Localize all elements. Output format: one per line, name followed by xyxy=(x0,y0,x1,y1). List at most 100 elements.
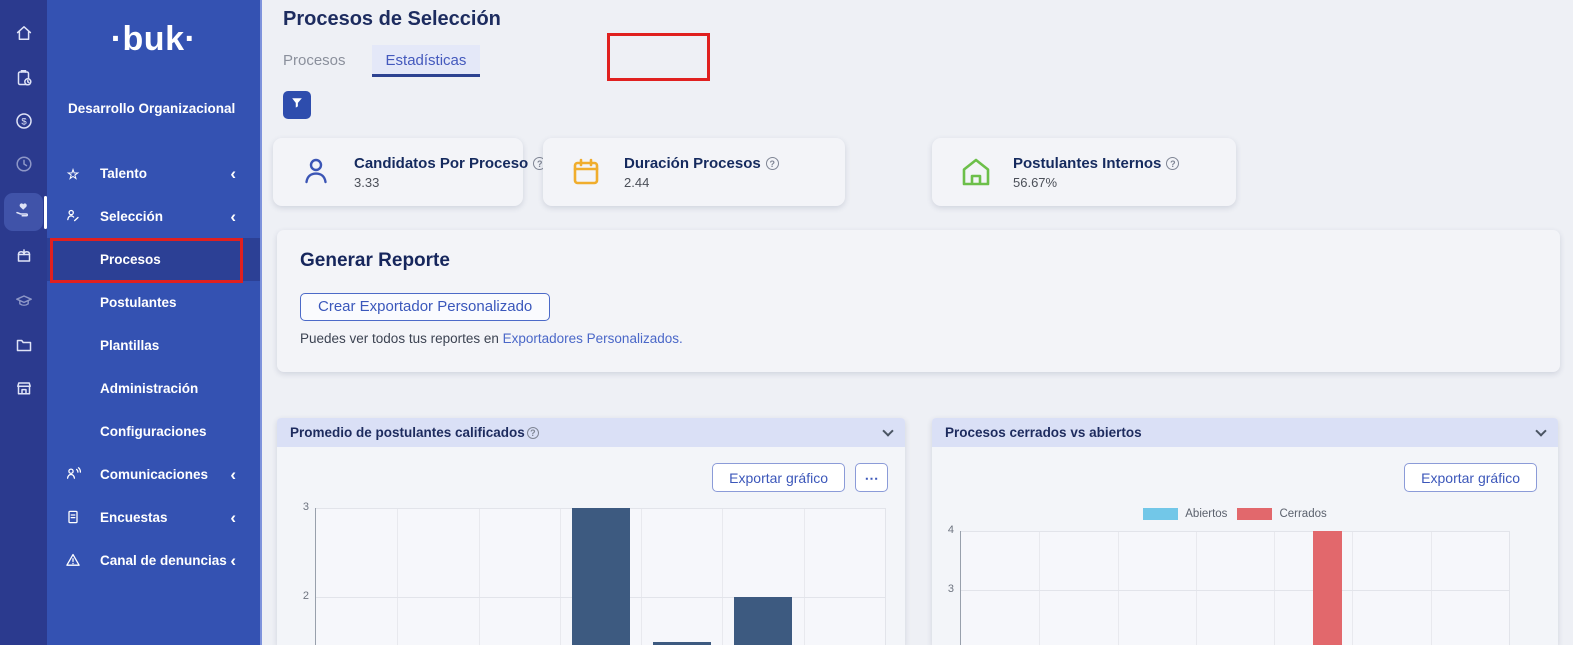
star-icon: ☆ xyxy=(63,167,83,181)
sidebar-item-procesos[interactable]: Procesos xyxy=(47,238,260,281)
more-options-button[interactable]: ⋯ xyxy=(855,463,888,492)
legend-item[interactable]: Cerrados xyxy=(1237,508,1326,520)
rail-item-benefits[interactable] xyxy=(4,238,43,276)
chart-panel-promedio: Promedio de postulantes calificados? Exp… xyxy=(277,418,905,645)
chart-header-promedio[interactable]: Promedio de postulantes calificados? xyxy=(277,418,905,447)
legend-item[interactable]: Abiertos xyxy=(1143,508,1227,520)
rail-item-training[interactable] xyxy=(4,284,43,322)
rail-item-attendance[interactable] xyxy=(4,61,43,99)
rail-item-home[interactable] xyxy=(4,16,43,54)
chart-header-cerrados-abiertos[interactable]: Procesos cerrados vs abiertos xyxy=(932,418,1558,447)
storefront-icon xyxy=(14,378,34,403)
legend-label: Cerrados xyxy=(1279,508,1326,520)
chart-panel-cerrados-abiertos: Procesos cerrados vs abiertos Exportar g… xyxy=(932,418,1558,645)
stat-card-candidatos: Candidatos Por Proceso? 3.33 xyxy=(273,138,523,206)
rail-item-company[interactable] xyxy=(4,371,43,409)
y-axis-tick: 2 xyxy=(277,590,309,602)
rail-item-documents[interactable] xyxy=(4,328,43,366)
app-window: $ ·buk· Desarrollo Organizacional ☆ Tale… xyxy=(0,0,1573,645)
chevron-left-icon: ‹ xyxy=(230,208,236,225)
sidebar-item-configuraciones[interactable]: Configuraciones xyxy=(47,410,260,453)
y-axis-tick: 4 xyxy=(932,524,954,536)
warning-triangle-icon xyxy=(63,552,83,570)
stat-value: 56.67% xyxy=(1013,175,1179,190)
legend-swatch xyxy=(1237,508,1272,520)
funnel-icon xyxy=(290,96,304,115)
stat-card-duracion: Duración Procesos? 2.44 xyxy=(543,138,845,206)
hand-heart-icon xyxy=(13,199,34,225)
help-icon[interactable]: ? xyxy=(527,427,539,439)
sidebar-item-seleccion[interactable]: Selección ‹ xyxy=(47,195,260,238)
sidebar: ·buk· Desarrollo Organizacional ☆ Talent… xyxy=(47,0,262,645)
sidebar-item-talento[interactable]: ☆ Talento ‹ xyxy=(47,152,260,195)
y-axis-tick: 3 xyxy=(932,583,954,595)
filter-button[interactable] xyxy=(283,91,311,119)
tab-bar: Procesos Estadísticas xyxy=(283,45,480,77)
annotation-box-tab-estadisticas xyxy=(607,33,710,81)
sidebar-item-postulantes[interactable]: Postulantes xyxy=(47,281,260,324)
sidebar-item-encuestas[interactable]: Encuestas ‹ xyxy=(47,496,260,539)
grouped-bar-chart-plot xyxy=(960,531,1510,645)
house-icon xyxy=(959,155,993,189)
sidebar-item-canal-denuncias[interactable]: Canal de denuncias ‹ xyxy=(47,539,260,582)
main-content: Procesos de Selección Procesos Estadísti… xyxy=(262,0,1573,645)
coin-icon: $ xyxy=(14,111,34,136)
rail-item-payroll[interactable]: $ xyxy=(4,104,43,142)
stat-card-postulantes-internos: Postulantes Internos? 56.67% xyxy=(932,138,1236,206)
clipboard-clock-icon xyxy=(14,68,34,93)
generate-report-panel: Generar Reporte Crear Exportador Persona… xyxy=(277,230,1560,372)
bar-chart-plot xyxy=(315,508,886,645)
report-caption: Puedes ver todos tus reportes en Exporta… xyxy=(300,331,683,346)
chart-body: Exportar gráfico Abiertos Cerrados 4 3 xyxy=(932,447,1558,645)
folder-icon xyxy=(14,335,34,360)
chevron-down-icon[interactable] xyxy=(1535,425,1546,436)
create-exporter-button[interactable]: Crear Exportador Personalizado xyxy=(300,293,550,321)
y-axis-tick: 3 xyxy=(277,501,309,513)
legend-label: Abiertos xyxy=(1185,508,1227,520)
sidebar-item-administracion[interactable]: Administración xyxy=(47,367,260,410)
cake-icon xyxy=(14,245,34,270)
sidebar-item-comunicaciones[interactable]: Comunicaciones ‹ xyxy=(47,453,260,496)
help-icon[interactable]: ? xyxy=(1166,157,1179,170)
export-chart-button[interactable]: Exportar gráfico xyxy=(712,463,845,492)
graduation-cap-icon xyxy=(14,291,34,316)
report-heading: Generar Reporte xyxy=(300,250,450,272)
sidebar-item-plantillas[interactable]: Plantillas xyxy=(47,324,260,367)
chart-title: Promedio de postulantes calificados xyxy=(290,425,525,440)
clock-icon xyxy=(14,154,34,179)
chart-bar xyxy=(734,597,792,645)
icon-rail: $ xyxy=(0,0,47,645)
help-icon[interactable]: ? xyxy=(766,157,779,170)
document-icon xyxy=(63,509,83,527)
chart-title: Procesos cerrados vs abiertos xyxy=(945,425,1142,440)
tab-procesos[interactable]: Procesos xyxy=(283,45,360,76)
rail-active-indicator xyxy=(44,196,47,229)
chart-legend: Abiertos Cerrados xyxy=(960,507,1510,521)
chevron-left-icon: ‹ xyxy=(230,509,236,526)
chart-bar xyxy=(572,508,630,645)
sidebar-nav: ☆ Talento ‹ Selección ‹ Procesos Postula… xyxy=(47,152,260,582)
page-title: Procesos de Selección xyxy=(283,8,501,31)
chart-body: Exportar gráfico ⋯ 3 2 xyxy=(277,447,905,645)
stat-cards-row: Candidatos Por Proceso? 3.33 Duración Pr… xyxy=(273,138,1236,206)
person-icon xyxy=(300,155,334,189)
person-edit-icon xyxy=(63,208,83,226)
person-speaking-icon xyxy=(63,466,83,484)
legend-swatch xyxy=(1143,508,1178,520)
rail-item-time[interactable] xyxy=(4,147,43,185)
exporters-link[interactable]: Exportadores Personalizados. xyxy=(503,331,683,346)
chart-bar xyxy=(1313,531,1342,645)
buk-logo: ·buk· xyxy=(47,20,260,59)
chevron-left-icon: ‹ xyxy=(230,466,236,483)
export-chart-button[interactable]: Exportar gráfico xyxy=(1404,463,1537,492)
chevron-left-icon: ‹ xyxy=(230,165,236,182)
svg-text:$: $ xyxy=(21,116,27,127)
chart-bar xyxy=(653,642,711,645)
chevron-down-icon[interactable] xyxy=(882,425,893,436)
stat-value: 3.33 xyxy=(354,175,546,190)
rail-item-talent[interactable] xyxy=(4,193,43,231)
home-icon xyxy=(14,23,34,48)
sidebar-section-label: Desarrollo Organizacional xyxy=(68,101,260,116)
calendar-icon xyxy=(570,155,604,189)
tab-estadisticas[interactable]: Estadísticas xyxy=(372,45,481,77)
